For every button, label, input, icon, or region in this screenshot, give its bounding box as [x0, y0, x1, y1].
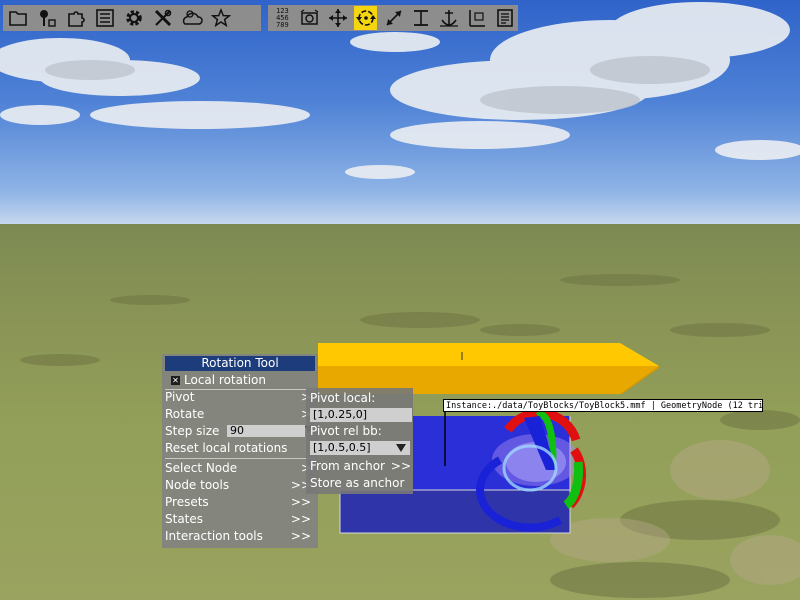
submenu-arrow: >>	[290, 495, 311, 509]
menu-item-select-node[interactable]: Select Node >	[165, 460, 315, 476]
pivot-local-input[interactable]: [1,0.25,0]	[310, 408, 412, 422]
tools-icon[interactable]	[151, 6, 175, 30]
menu-item-presets[interactable]: Presets >>	[165, 494, 315, 510]
store-as-anchor-item[interactable]: Store as anchor	[310, 475, 413, 491]
pivot-local-label: Pivot local:	[310, 391, 376, 405]
from-anchor-item[interactable]: From anchor >>	[310, 458, 413, 474]
local-rotation-checkbox[interactable]: ✕	[171, 376, 180, 385]
step-size-row: Step size 90	[165, 423, 315, 439]
weather-icon[interactable]	[180, 6, 204, 30]
move-icon[interactable]	[327, 6, 350, 30]
menu-title: Rotation Tool	[165, 356, 315, 371]
node-info-tooltip: Instance:./data/ToyBlocks/ToyBlock5.mmf …	[443, 399, 763, 412]
star-icon[interactable]	[209, 6, 233, 30]
chevron-down-icon[interactable]	[396, 444, 406, 452]
menu-divider	[165, 458, 315, 459]
select-node-label: Select Node	[165, 461, 238, 475]
submenu-arrow: >>	[290, 512, 311, 526]
snapshot-icon[interactable]	[299, 6, 322, 30]
menu-item-node-tools[interactable]: Node tools >>	[165, 477, 315, 493]
menu-item-reset-local-rotations[interactable]: Reset local rotations	[165, 440, 315, 456]
pivot-rel-bb-label: Pivot rel bb:	[310, 424, 382, 438]
scale-icon[interactable]	[382, 6, 405, 30]
reset-local-rotations-label: Reset local rotations	[165, 441, 288, 455]
submenu-arrow: >>	[390, 459, 411, 473]
from-anchor-label: From anchor	[310, 459, 385, 473]
rotate-icon[interactable]	[354, 6, 378, 30]
align-icon[interactable]	[410, 6, 433, 30]
step-size-input[interactable]: 90	[227, 425, 305, 437]
pivot-rel-bb-value: [1,0.5,0.5]	[313, 441, 371, 454]
measure-icon[interactable]	[465, 6, 488, 30]
main-toolbar	[3, 5, 261, 31]
rotation-tool-menu: Rotation Tool ✕ Local rotation Pivot > Ro…	[162, 354, 318, 548]
local-rotation-label: Local rotation	[184, 373, 266, 387]
gear-icon[interactable]	[122, 6, 146, 30]
step-size-label: Step size	[165, 424, 220, 438]
pivot-rel-bb-select[interactable]: [1,0.5,0.5]	[310, 441, 410, 455]
menu-item-pivot-label: Pivot	[165, 390, 195, 404]
menu-item-interaction-tools[interactable]: Interaction tools >>	[165, 528, 315, 544]
menu-item-rotate[interactable]: Rotate >	[165, 406, 315, 422]
menu-item-pivot[interactable]: Pivot >	[165, 389, 315, 405]
notes-icon[interactable]	[493, 6, 516, 30]
states-label: States	[165, 512, 204, 526]
presets-label: Presets	[165, 495, 209, 509]
local-rotation-checkbox-row[interactable]: ✕ Local rotation	[165, 372, 315, 388]
transform-toolbar: 123 456 789	[268, 5, 518, 31]
interaction-tools-label: Interaction tools	[165, 529, 263, 543]
store-as-anchor-label: Store as anchor	[310, 476, 405, 490]
menu-item-rotate-label: Rotate	[165, 407, 205, 421]
3d-viewport[interactable]	[0, 0, 800, 600]
numpad-row-3: 789	[276, 20, 289, 29]
submenu-arrow: >>	[290, 529, 311, 543]
node-tools-label: Node tools	[165, 478, 230, 492]
puzzle-icon[interactable]	[64, 6, 88, 30]
yellow-toy-block[interactable]	[318, 343, 659, 394]
list-icon[interactable]	[93, 6, 117, 30]
pivot-submenu: Pivot local: [1,0.25,0] Pivot rel bb: [1…	[306, 388, 413, 494]
anchor-icon[interactable]	[438, 6, 461, 30]
numpad-icon[interactable]: 123 456 789	[271, 6, 294, 30]
folder-icon[interactable]	[6, 6, 30, 30]
scene-overlay	[0, 2, 800, 598]
menu-item-states[interactable]: States >>	[165, 511, 315, 527]
tree-icon[interactable]	[35, 6, 59, 30]
